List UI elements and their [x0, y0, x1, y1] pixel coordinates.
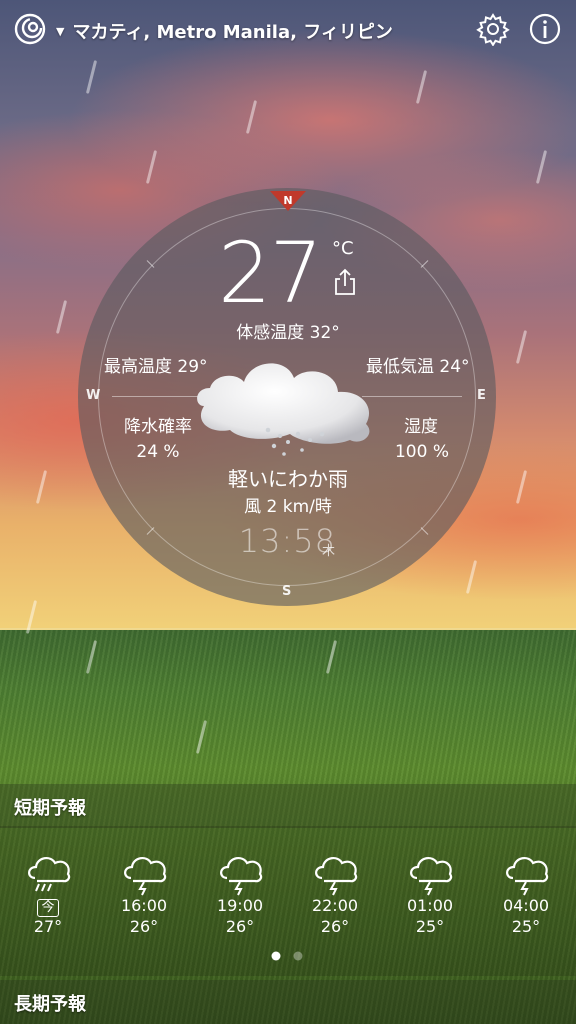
precipitation-value: 24 % — [136, 442, 180, 462]
current-temperature: 27 — [218, 224, 323, 322]
forecast-hour-now: 今 27° — [10, 848, 86, 938]
wind-speed: 風 2 km/時 — [244, 497, 332, 517]
rain-cloud-icon — [28, 857, 71, 892]
compass-west: W — [86, 388, 101, 403]
compass-east: E — [477, 388, 486, 403]
forecast-time: 22:00 — [311, 896, 359, 915]
feels-like: 体感温度 32° — [236, 323, 340, 343]
spiral-logo-icon[interactable] — [14, 13, 46, 45]
forecast-time: 01:00 — [406, 896, 454, 915]
location-selector[interactable]: ▼ マカティ, Metro Manila, フィリピン — [56, 18, 393, 44]
page-indicator[interactable] — [270, 950, 310, 962]
short-forecast-header: 短期予報 — [0, 784, 576, 828]
forecast-time: 04:00 — [502, 896, 550, 915]
caret-down-icon: ▼ — [56, 24, 65, 38]
humidity-label: 湿度 — [404, 417, 438, 437]
low-temperature: 最低気温 24° — [366, 357, 470, 377]
compass-north-marker: N — [270, 191, 306, 211]
top-bar: ▼ マカティ, Metro Manila, フィリピン — [0, 0, 576, 60]
local-time: 13:58 — [238, 522, 336, 560]
gear-icon[interactable] — [476, 12, 510, 46]
forecast-hour: 16:00 26° — [106, 848, 182, 938]
temperature-unit[interactable]: °C — [332, 238, 354, 259]
short-forecast-title: 短期予報 — [14, 798, 86, 819]
forecast-temp: 26° — [129, 917, 159, 936]
forecast-time: 16:00 — [120, 896, 168, 915]
humidity-value: 100 % — [394, 442, 449, 462]
forecast-hour: 19:00 26° — [202, 848, 278, 938]
forecast-temp: 27° — [33, 917, 63, 936]
now-badge: 今 — [37, 899, 59, 917]
rain-cloud-icon — [197, 363, 370, 456]
weather-condition: 軽いにわか雨 — [228, 467, 348, 491]
share-icon[interactable] — [333, 268, 357, 296]
forecast-temp: 25° — [511, 917, 541, 936]
weekday: 木 — [322, 544, 336, 559]
thunder-cloud-icon — [506, 857, 549, 896]
thunder-cloud-icon — [220, 857, 263, 896]
forecast-temp: 26° — [225, 917, 255, 936]
forecast-time: 19:00 — [216, 896, 264, 915]
info-icon[interactable] — [528, 12, 562, 46]
svg-text:N: N — [283, 194, 292, 207]
location-name: マカティ, Metro Manila, フィリピン — [72, 22, 393, 43]
long-forecast-title: 長期予報 — [14, 994, 86, 1015]
forecast-hour: 22:00 26° — [297, 848, 373, 938]
long-forecast-header: 長期予報 — [0, 980, 576, 1024]
forecast-temp: 25° — [415, 917, 445, 936]
compass-south: S — [282, 584, 292, 599]
precipitation-label: 降水確率 — [124, 417, 192, 437]
thunder-cloud-icon — [410, 857, 453, 896]
thunder-cloud-icon — [315, 857, 358, 896]
forecast-temp: 26° — [320, 917, 350, 936]
forecast-hour: 01:00 25° — [392, 848, 468, 938]
forecast-hour: 04:00 25° — [488, 848, 564, 938]
thunder-cloud-icon — [124, 857, 167, 896]
